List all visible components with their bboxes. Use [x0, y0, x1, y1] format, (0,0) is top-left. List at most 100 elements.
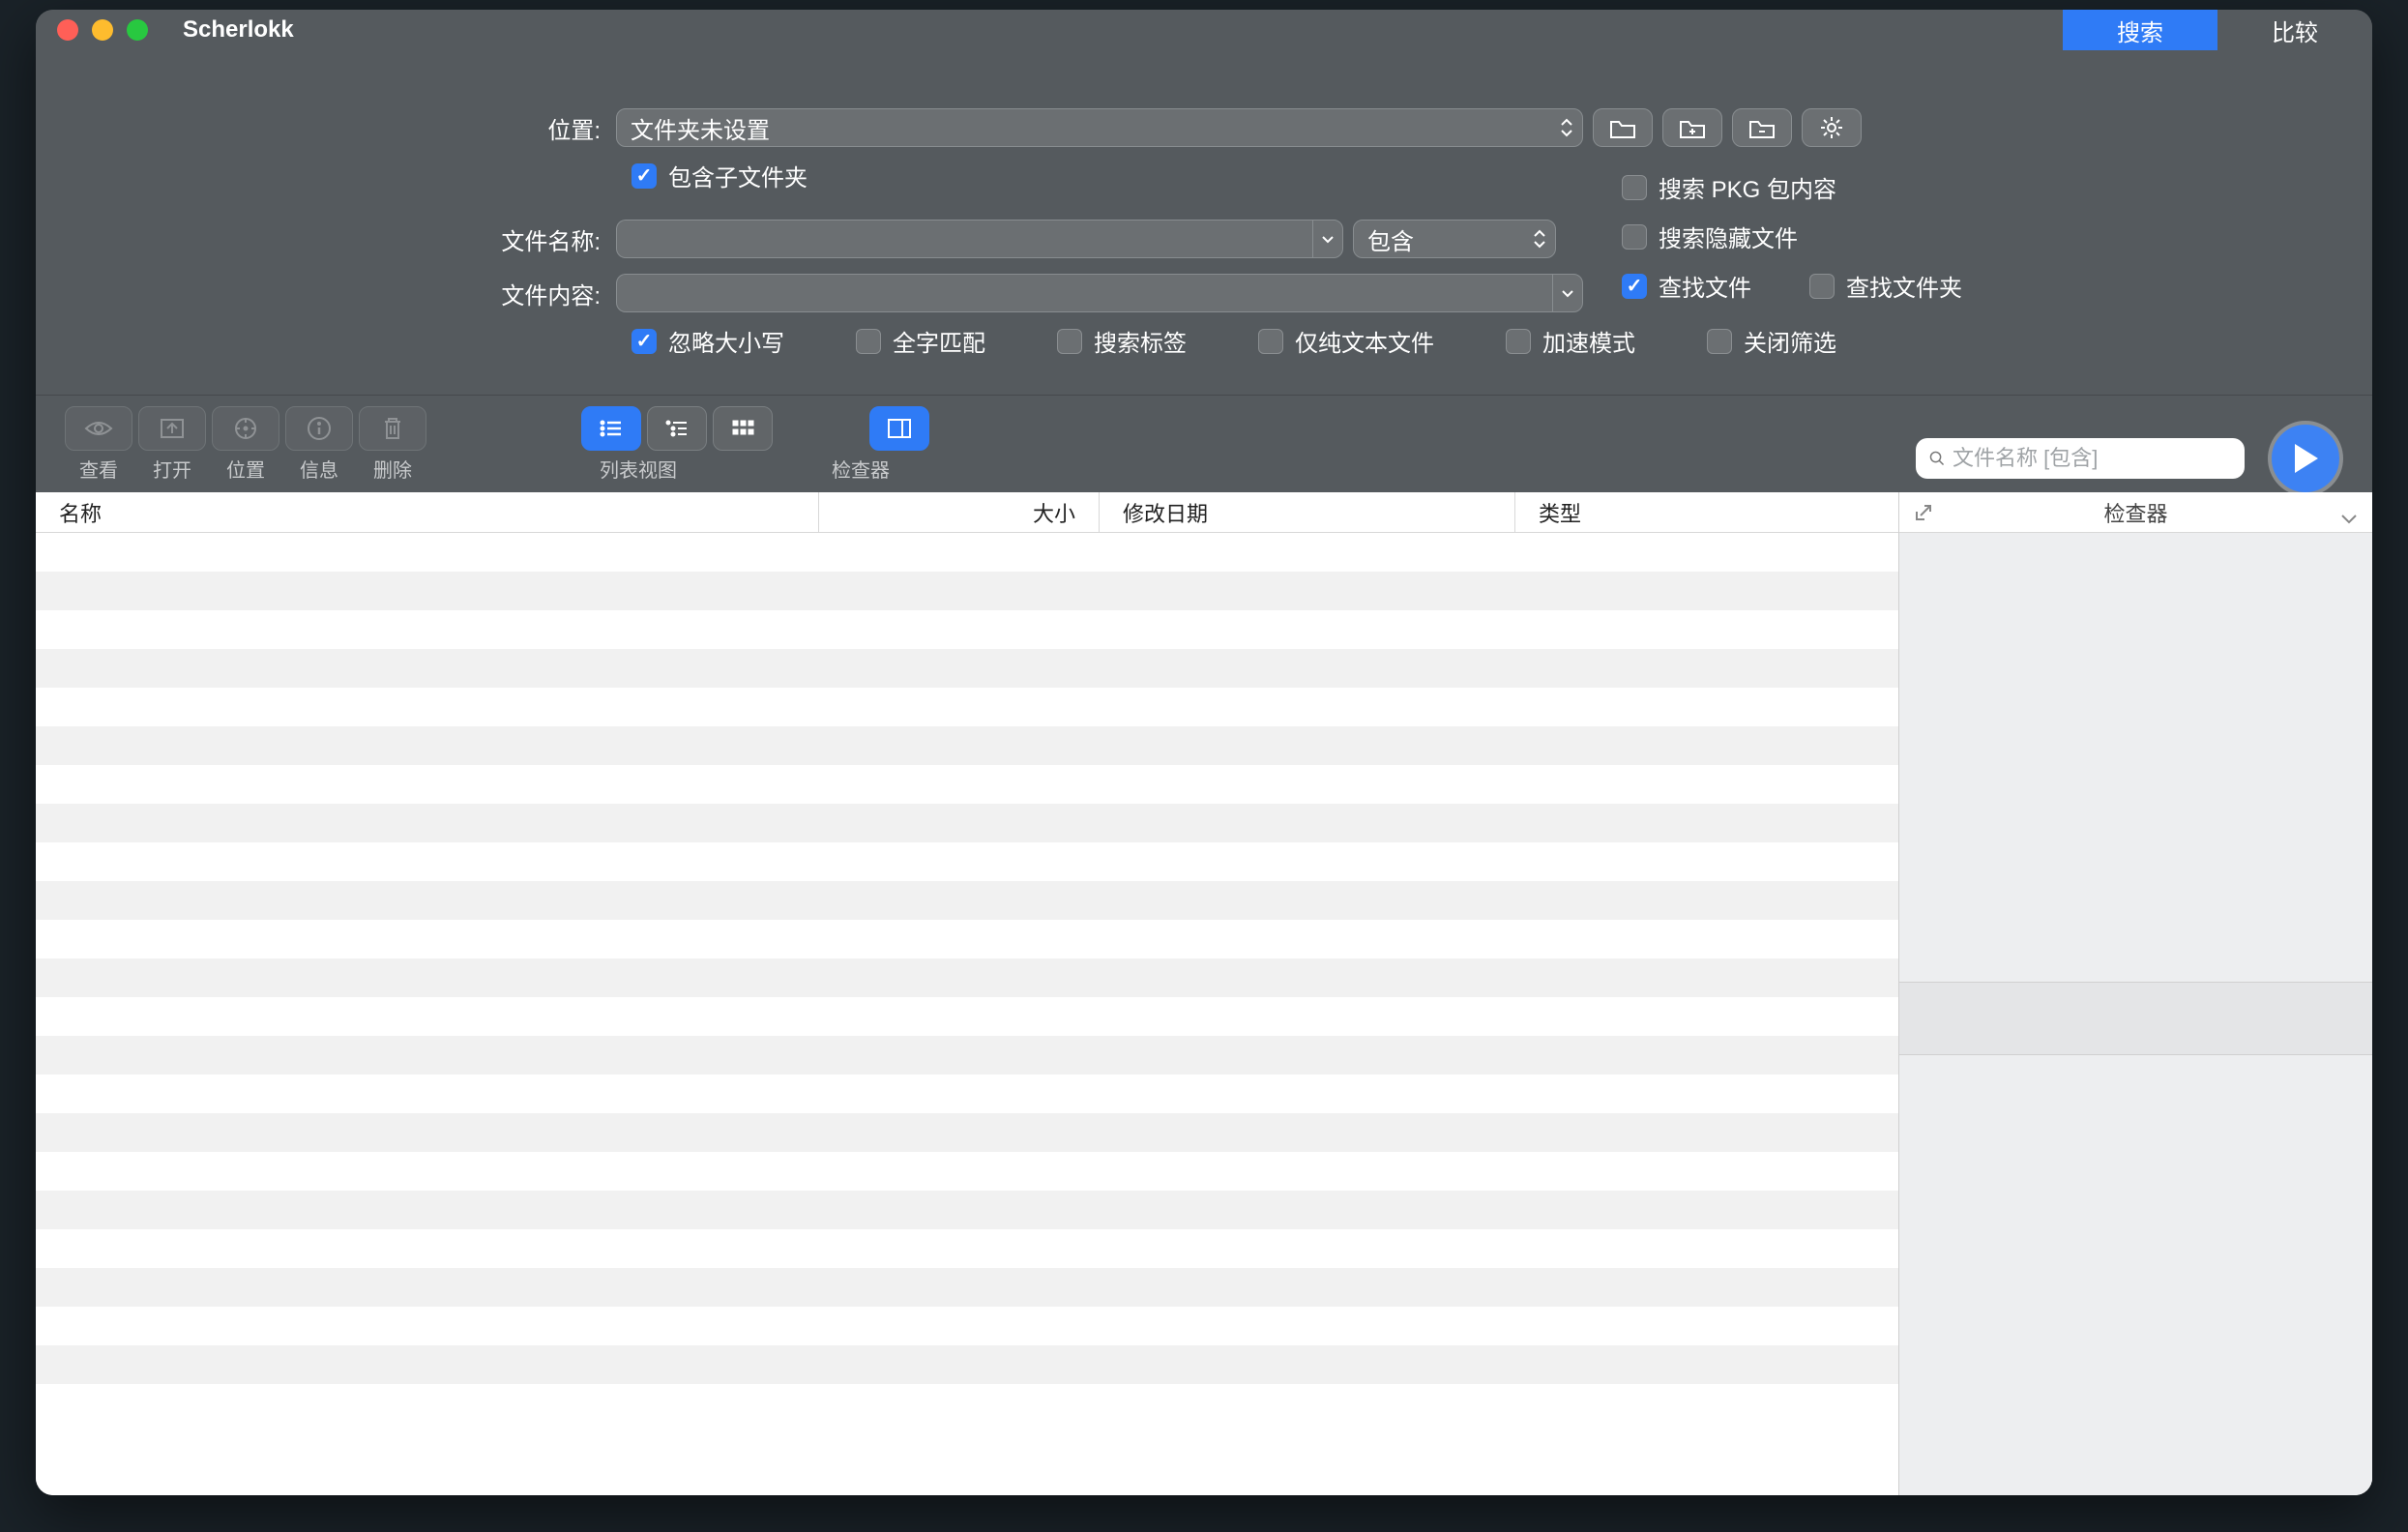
- column-name[interactable]: 名称: [36, 492, 819, 532]
- start-search-button[interactable]: [2268, 421, 2343, 496]
- action-tool-group: 查看 打开 位置 信息: [65, 406, 426, 483]
- play-icon: [2289, 440, 2322, 477]
- info-button[interactable]: [285, 406, 353, 451]
- table-row: [36, 1152, 1898, 1191]
- match-mode-dropdown[interactable]: 包含: [1353, 220, 1556, 258]
- close-window-button[interactable]: [57, 19, 78, 41]
- close-filter-label: 关闭筛选: [1744, 324, 1836, 358]
- filename-history-dropdown[interactable]: [1312, 220, 1343, 258]
- close-filter-checkbox[interactable]: [1707, 329, 1732, 354]
- search-form: 位置: 文件夹未设置: [36, 50, 2372, 395]
- toolbar-right: [1916, 421, 2343, 496]
- location-dropdown[interactable]: 文件夹未设置: [616, 108, 1583, 147]
- search-pkg-checkbox[interactable]: [1622, 175, 1647, 200]
- list-view-button[interactable]: [581, 406, 641, 451]
- chevron-down-icon[interactable]: [2339, 506, 2359, 531]
- table-row: [36, 1345, 1898, 1384]
- find-files-checkbox[interactable]: [1622, 274, 1647, 299]
- table-row: [36, 1307, 1898, 1345]
- minimize-window-button[interactable]: [92, 19, 113, 41]
- column-type[interactable]: 类型: [1515, 492, 1898, 532]
- search-tags-checkbox[interactable]: [1057, 329, 1082, 354]
- filename-input[interactable]: [616, 220, 1312, 258]
- find-files-label: 查找文件: [1659, 269, 1751, 303]
- reveal-label: 位置: [226, 455, 265, 483]
- location-row: 位置: 文件夹未设置: [74, 108, 2334, 147]
- column-size[interactable]: 大小: [819, 492, 1100, 532]
- inspector-body: [1899, 533, 2372, 1495]
- reveal-button[interactable]: [212, 406, 279, 451]
- table-row: [36, 726, 1898, 765]
- inspector-details-area: [1899, 1055, 2372, 1495]
- search-field[interactable]: [1916, 438, 2245, 479]
- content-input[interactable]: [616, 274, 1552, 312]
- filter-input[interactable]: [1953, 446, 2231, 471]
- table-row: [36, 1268, 1898, 1307]
- whole-word-label: 全字匹配: [893, 324, 985, 358]
- choose-folder-button[interactable]: [1593, 108, 1653, 147]
- search-icon: [1929, 448, 1945, 469]
- quicklook-label: 查看: [79, 455, 118, 483]
- table-row: [36, 958, 1898, 997]
- open-button[interactable]: [138, 406, 206, 451]
- include-subfolders-checkbox[interactable]: [631, 163, 657, 189]
- table-row: [36, 572, 1898, 610]
- include-subfolders-row: 包含子文件夹: [631, 159, 2334, 192]
- remove-folder-button[interactable]: [1732, 108, 1792, 147]
- location-value: 文件夹未设置: [631, 111, 770, 145]
- ignore-case-checkbox[interactable]: [631, 329, 657, 354]
- mode-tabs: 搜索 比较: [2063, 10, 2372, 50]
- whole-word-checkbox[interactable]: [856, 329, 881, 354]
- search-hidden-label: 搜索隐藏文件: [1659, 220, 1798, 253]
- tab-search[interactable]: 搜索: [2063, 10, 2217, 50]
- find-folders-label: 查找文件夹: [1846, 269, 1962, 303]
- table-row: [36, 920, 1898, 958]
- traffic-lights: [36, 19, 148, 41]
- quicklook-button[interactable]: [65, 406, 132, 451]
- list-view-group-label: 列表视图: [600, 455, 677, 483]
- plain-text-only-checkbox[interactable]: [1258, 329, 1283, 354]
- inspector-panel: 检查器: [1898, 492, 2372, 1495]
- content-row: 文件内容:: [74, 274, 2334, 312]
- filename-row: 文件名称: 包含: [74, 220, 2334, 258]
- content-input-combo: [616, 274, 1583, 312]
- table-row: [36, 1191, 1898, 1229]
- external-link-icon[interactable]: [1913, 502, 1934, 529]
- find-folders-checkbox[interactable]: [1809, 274, 1835, 299]
- table-row: [36, 610, 1898, 649]
- inspector-header: 检查器: [1899, 492, 2372, 533]
- table-row: [36, 1229, 1898, 1268]
- tab-compare[interactable]: 比较: [2217, 10, 2372, 50]
- maximize-window-button[interactable]: [127, 19, 148, 41]
- content-history-dropdown[interactable]: [1552, 274, 1583, 312]
- search-hidden-checkbox[interactable]: [1622, 224, 1647, 250]
- accel-mode-label: 加速模式: [1542, 324, 1635, 358]
- delete-button[interactable]: [359, 406, 426, 451]
- table-row: [36, 804, 1898, 842]
- open-label: 打开: [153, 455, 191, 483]
- app-title: Scherlokk: [183, 16, 294, 44]
- updown-icon: [1532, 229, 1547, 249]
- table-row: [36, 1036, 1898, 1075]
- include-subfolders-label: 包含子文件夹: [668, 159, 808, 192]
- table-body[interactable]: [36, 533, 1898, 1495]
- column-date[interactable]: 修改日期: [1100, 492, 1515, 532]
- add-folder-button[interactable]: [1662, 108, 1722, 147]
- filename-label: 文件名称:: [74, 222, 616, 256]
- app-window: Scherlokk 搜索 比较 位置: 文件夹未设置: [36, 10, 2372, 1495]
- table-row: [36, 997, 1898, 1036]
- search-tags-label: 搜索标签: [1094, 324, 1187, 358]
- content-options-row: 忽略大小写 全字匹配 搜索标签 仅纯文本文件 加速模式 关闭筛选: [631, 324, 2334, 358]
- inspector-toggle-button[interactable]: [869, 406, 929, 451]
- results-table: 名称 大小 修改日期 类型: [36, 492, 1898, 1495]
- accel-mode-checkbox[interactable]: [1506, 329, 1531, 354]
- tree-view-button[interactable]: [647, 406, 707, 451]
- updown-icon: [1559, 118, 1574, 137]
- table-row: [36, 881, 1898, 920]
- titlebar: Scherlokk 搜索 比较: [36, 10, 2372, 50]
- match-mode-value: 包含: [1367, 222, 1414, 256]
- inspector-title: 检查器: [2103, 497, 2167, 528]
- table-row: [36, 1113, 1898, 1152]
- grid-view-button[interactable]: [713, 406, 773, 451]
- settings-button[interactable]: [1802, 108, 1862, 147]
